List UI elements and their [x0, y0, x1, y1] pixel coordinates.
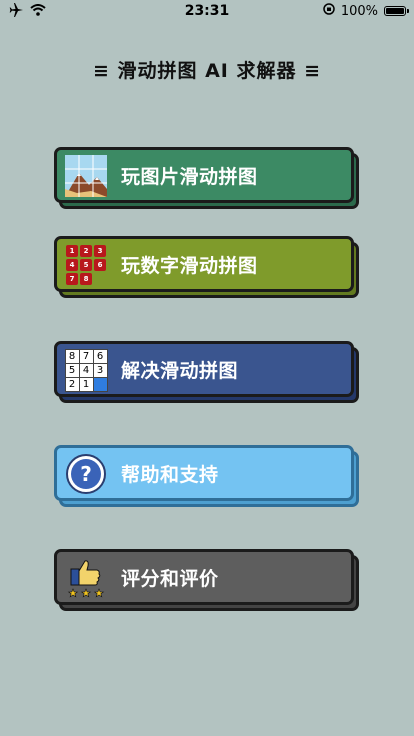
battery-percent: 100%	[340, 3, 378, 19]
puzzle-tile: 2	[65, 377, 79, 391]
number-tile: 8	[80, 273, 92, 285]
puzzle-tile: 6	[93, 349, 107, 363]
play-number-puzzle-button[interactable]: 1 2 3 4 5 6 7 8 玩数字滑动拼图	[54, 236, 354, 292]
battery-icon	[384, 6, 409, 16]
thumbs-up-stars-icon	[65, 557, 107, 599]
number-tile: 2	[80, 245, 92, 257]
number-tile: 1	[66, 245, 78, 257]
page-title: ≡ 滑动拼图 AI 求解器 ≡	[92, 60, 322, 82]
menu-label: 解决滑动拼图	[121, 359, 239, 382]
puzzle-tile: 1	[79, 377, 93, 391]
help-support-button[interactable]: ? 帮助和支持	[54, 445, 354, 501]
number-tile: 6	[94, 259, 106, 271]
mountain-picture-icon	[65, 155, 107, 197]
menu-label: 评分和评价	[121, 567, 219, 590]
menu-label: 玩数字滑动拼图	[121, 254, 258, 277]
rate-review-button[interactable]: 评分和评价	[54, 549, 354, 605]
solve-puzzle-button[interactable]: 8 7 6 5 4 3 2 1 解决滑动拼图	[54, 341, 354, 397]
orientation-lock-icon	[323, 3, 335, 19]
play-picture-puzzle-button[interactable]: 玩图片滑动拼图	[54, 147, 354, 203]
puzzle-tile: 4	[79, 363, 93, 377]
puzzle-tile: 5	[65, 363, 79, 377]
number-tile: 7	[66, 273, 78, 285]
puzzle-tile: 7	[79, 349, 93, 363]
number-tile: 4	[66, 259, 78, 271]
puzzle-tile-blank	[93, 377, 107, 391]
status-right: 100%	[323, 3, 409, 19]
number-tile: 5	[80, 259, 92, 271]
puzzle-tile: 8	[65, 349, 79, 363]
status-bar: 23:31 100%	[0, 0, 414, 22]
number-tile: 3	[94, 245, 106, 257]
puzzle-tile: 3	[93, 363, 107, 377]
menu-label: 帮助和支持	[121, 463, 219, 486]
number-tiles-icon: 1 2 3 4 5 6 7 8	[65, 244, 107, 286]
menu-label: 玩图片滑动拼图	[121, 165, 258, 188]
puzzle-grid-icon: 8 7 6 5 4 3 2 1	[64, 348, 108, 392]
svg-text:?: ?	[80, 462, 92, 486]
question-mark-icon: ?	[65, 453, 107, 495]
